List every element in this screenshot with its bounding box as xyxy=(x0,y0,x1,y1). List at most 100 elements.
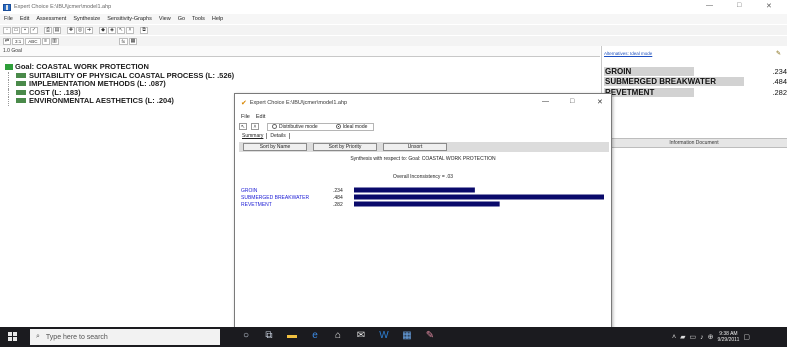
pointer-icon[interactable]: ↖ xyxy=(117,26,125,34)
bar-chart-icon[interactable]: ≡ xyxy=(41,37,50,45)
check-icon[interactable]: ✓ xyxy=(30,26,38,34)
menu-assessment[interactable]: Assessment xyxy=(36,16,66,22)
abc-button[interactable]: ABC xyxy=(25,37,41,45)
word-icon[interactable]: W xyxy=(378,330,390,342)
windows-start-icon[interactable] xyxy=(8,332,17,341)
tree-node-environmental[interactable]: ENVIRONMENTAL AESTHETICS (L: .204) xyxy=(8,96,234,106)
zoom-icon[interactable]: ◎ xyxy=(76,26,84,34)
menu-help[interactable]: Help xyxy=(212,16,223,22)
system-tray: ˄ ▰ ▭ ♪ ⊕ 9:38 AM 9/29/2011 ▢ xyxy=(672,329,750,345)
ratio-button[interactable]: 3:1 xyxy=(12,37,25,45)
grid-icon[interactable]: ▦ xyxy=(129,37,138,45)
alternative-row[interactable]: SUBMERGED BREAKWATER .484 xyxy=(604,77,787,87)
alternatives-mode-link[interactable]: Alternatives: Ideal mode xyxy=(604,51,652,56)
alternative-name: SUBMERGED BREAKWATER xyxy=(604,77,744,86)
radio-on-icon xyxy=(335,123,341,129)
goal-node-icon[interactable]: ⇄ xyxy=(3,37,11,45)
cursor-icon[interactable]: ↖ xyxy=(239,123,247,130)
toolbar-secondary: ⇄ 3:1 ABC ≡ ▥ fx ▦ xyxy=(0,36,787,46)
add-node-icon[interactable]: ✚ xyxy=(67,26,75,34)
main-title-bar: Expert Choice E:\IBU\jcmer\model1.ahp — … xyxy=(0,0,787,14)
sort-by-priority-button[interactable]: Sort by Priority xyxy=(313,143,377,151)
alternative-name: REVETMENT xyxy=(604,87,694,97)
bar-category-label: REVETMENT xyxy=(241,202,272,208)
arrow-right-icon[interactable]: ➜ xyxy=(85,26,93,34)
diamond-arrow-icon[interactable]: ◈ xyxy=(108,26,116,34)
diamond-icon[interactable]: ◆ xyxy=(99,26,107,34)
dialog-menu-edit[interactable]: Edit xyxy=(256,114,265,120)
distributive-mode-label: Distributive mode xyxy=(279,123,318,130)
new-file-icon[interactable]: ▫ xyxy=(3,26,11,34)
unsort-button[interactable]: Unsort xyxy=(383,143,447,151)
hierarchy-tree: Goal: COASTAL WORK PROTECTION SUITABILIT… xyxy=(5,62,234,106)
close-button[interactable]: ✕ xyxy=(766,2,772,10)
dialog-menu-file[interactable]: File xyxy=(241,114,250,120)
menu-bar: File Edit Assessment Synthesize Sensitiv… xyxy=(0,14,787,24)
menu-tools[interactable]: Tools xyxy=(192,16,205,22)
dialog-tabs: Summary Details xyxy=(239,133,290,139)
alternative-row[interactable]: GROIN .234 xyxy=(604,66,787,76)
edit-alternatives-icon[interactable]: ✎ xyxy=(776,50,781,57)
maximize-button[interactable]: □ xyxy=(737,2,741,9)
dialog-minimize-button[interactable]: — xyxy=(542,98,549,105)
taskbar-search-box[interactable]: ⌕ Type here to search xyxy=(30,329,220,345)
mail-icon[interactable]: ✉ xyxy=(355,330,367,342)
formula-icon[interactable]: ⧉ xyxy=(140,26,148,34)
synthesis-caption: Synthesis with respect to: Goal: COASTAL… xyxy=(350,156,496,162)
chevron-up-icon[interactable]: ˄ xyxy=(251,123,259,130)
battery-icon[interactable]: ▭ xyxy=(689,333,696,341)
paint-icon[interactable]: ✎ xyxy=(424,330,436,342)
language-icon[interactable]: ⊕ xyxy=(708,333,714,341)
information-document-header[interactable]: Information Document xyxy=(601,138,787,148)
minimize-button[interactable]: — xyxy=(706,2,713,9)
dialog-title: Expert Choice E:\IBU\jcmer\model1.ahp xyxy=(249,100,348,106)
taskbar-apps: ○ ⧉ ▬ e ⌂ ✉ W ▦ ✎ xyxy=(240,330,436,342)
expert-choice-taskbar-icon[interactable]: ▦ xyxy=(401,330,413,342)
volume-icon[interactable]: ♪ xyxy=(700,334,704,341)
menu-edit[interactable]: Edit xyxy=(20,16,29,22)
save-icon[interactable]: ▪ xyxy=(21,26,29,34)
criterion-icon xyxy=(16,89,26,95)
cortana-icon[interactable]: ○ xyxy=(240,330,252,342)
notifications-icon[interactable]: ▢ xyxy=(743,333,750,341)
synthesis-dialog: ✔ Expert Choice E:\IBU\jcmer\model1.ahp … xyxy=(234,93,612,329)
sort-by-name-button[interactable]: Sort by Name xyxy=(243,143,307,151)
tab-summary[interactable]: Summary xyxy=(239,133,268,139)
edge-browser-icon[interactable]: e xyxy=(309,330,321,342)
chevron-up-icon[interactable]: ˄ xyxy=(672,334,676,341)
clock[interactable]: 9:38 AM 9/29/2011 xyxy=(717,331,739,343)
bar-value-label: .484 xyxy=(333,195,343,201)
menu-sensitivity-graphs[interactable]: Sensitivity-Graphs xyxy=(107,16,152,22)
distributive-mode-radio[interactable]: Distributive mode xyxy=(272,123,318,130)
print-icon[interactable]: ⎙ xyxy=(44,26,52,34)
menu-file[interactable]: File xyxy=(4,16,13,22)
file-explorer-icon[interactable]: ▬ xyxy=(286,330,298,342)
task-view-icon[interactable]: ⧉ xyxy=(263,330,275,342)
chevron-up-icon[interactable]: ˄ xyxy=(126,26,134,34)
dialog-close-button[interactable]: ✕ xyxy=(597,98,603,106)
print-preview-icon[interactable]: ▤ xyxy=(53,26,61,34)
menu-synthesize[interactable]: Synthesize xyxy=(73,16,100,22)
alternative-row[interactable]: REVETMENT .282 xyxy=(604,87,787,97)
screen: Expert Choice E:\IBU\jcmer\model1.ahp — … xyxy=(0,0,787,347)
priority-bar xyxy=(354,201,500,207)
formula-button[interactable]: fx xyxy=(118,37,129,45)
bar-category-label: SUBMERGED BREAKWATER xyxy=(241,195,309,201)
tree-node-label: ENVIRONMENTAL AESTHETICS (L: .204) xyxy=(29,96,174,105)
inconsistency-text: Overall Inconsistency = .03 xyxy=(392,174,454,180)
menu-go[interactable]: Go xyxy=(178,16,185,22)
store-icon[interactable]: ⌂ xyxy=(332,330,344,342)
dialog-maximize-button[interactable]: □ xyxy=(570,98,574,105)
bar-value-label: .282 xyxy=(333,202,343,208)
tab-details[interactable]: Details xyxy=(267,133,290,139)
open-folder-icon[interactable]: ▭ xyxy=(12,26,20,34)
ideal-mode-label: Ideal mode xyxy=(342,123,368,130)
column-chart-icon[interactable]: ▥ xyxy=(50,37,59,45)
bar-category-label: GROIN xyxy=(241,188,258,194)
ideal-mode-radio[interactable]: Ideal mode xyxy=(335,123,368,130)
alternative-name: GROIN xyxy=(604,66,694,76)
radio-off-icon xyxy=(272,123,277,129)
menu-view[interactable]: View xyxy=(159,16,171,22)
priority-bar xyxy=(354,187,475,193)
network-icon[interactable]: ▰ xyxy=(680,333,685,341)
